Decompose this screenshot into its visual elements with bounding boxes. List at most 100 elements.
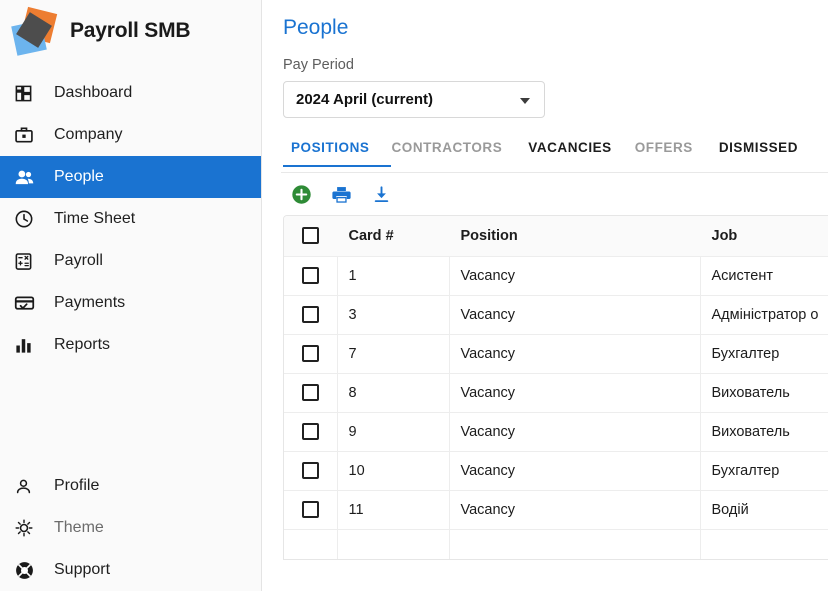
tab-positions[interactable]: POSITIONS xyxy=(283,136,391,167)
tab-contractors[interactable]: CONTRACTORS xyxy=(391,136,528,167)
sidebar-item-payments[interactable]: Payments xyxy=(0,282,261,324)
row-checkbox[interactable] xyxy=(302,306,319,323)
cell-job: Вихователь xyxy=(700,373,828,412)
sidebar-item-label: Payments xyxy=(54,295,125,311)
tab-offers[interactable]: OFFERS xyxy=(635,136,719,167)
app-logo-icon xyxy=(8,5,60,57)
row-checkbox[interactable] xyxy=(302,501,319,518)
sidebar-item-support[interactable]: Support xyxy=(0,549,262,591)
table-row[interactable]: 9VacancyВихователь xyxy=(284,412,828,451)
table-head: Card # Position Job xyxy=(284,216,828,256)
sidebar: Payroll SMB Dashboard Company People xyxy=(0,0,262,591)
sidebar-item-payroll[interactable]: Payroll xyxy=(0,240,261,282)
sidebar-item-label: Company xyxy=(54,127,122,143)
tab-label: DISMISSED xyxy=(719,140,798,155)
cell-position: Vacancy xyxy=(449,490,700,529)
main-content: People Pay Period 2024 April (current) P… xyxy=(262,0,828,591)
row-select-cell xyxy=(284,334,337,373)
cell-position: Vacancy xyxy=(449,295,700,334)
download-icon xyxy=(372,185,391,204)
table-row[interactable]: 11VacancyВодій xyxy=(284,490,828,529)
cell-job: Водій xyxy=(700,490,828,529)
positions-table-container: Card # Position Job 1VacancyАсистент3Vac… xyxy=(283,215,828,560)
cell-card: 10 xyxy=(337,451,449,490)
export-download-button[interactable] xyxy=(363,179,399,209)
row-checkbox[interactable] xyxy=(302,462,319,479)
sidebar-item-theme[interactable]: Theme xyxy=(0,507,262,549)
print-button[interactable] xyxy=(323,179,359,209)
table-filler-row xyxy=(284,529,828,560)
cell-job: Адміністратор о xyxy=(700,295,828,334)
sidebar-nav: Dashboard Company People Time Sheet xyxy=(0,72,261,366)
select-all-header xyxy=(284,216,337,256)
column-header-position[interactable]: Position xyxy=(449,216,700,256)
row-select-cell xyxy=(284,256,337,295)
app-root: Payroll SMB Dashboard Company People xyxy=(0,0,828,591)
cell-job: Асистент xyxy=(700,256,828,295)
page-title: People xyxy=(283,17,828,38)
sun-icon xyxy=(14,516,40,540)
cell-job: Бухгалтер xyxy=(700,334,828,373)
pay-period-select[interactable]: 2024 April (current) xyxy=(283,81,545,118)
sidebar-item-dashboard[interactable]: Dashboard xyxy=(0,72,261,114)
cell-card: 9 xyxy=(337,412,449,451)
sidebar-item-label: Payroll xyxy=(54,253,103,269)
sidebar-bottom-nav: Profile Theme Support xyxy=(0,465,262,591)
sidebar-item-time-sheet[interactable]: Time Sheet xyxy=(0,198,261,240)
row-checkbox[interactable] xyxy=(302,345,319,362)
tab-label: VACANCIES xyxy=(528,140,611,155)
briefcase-icon xyxy=(14,123,40,147)
add-record-button[interactable] xyxy=(283,179,319,209)
column-header-card[interactable]: Card # xyxy=(337,216,449,256)
cell-position: Vacancy xyxy=(449,451,700,490)
table-row[interactable]: 3VacancyАдміністратор о xyxy=(284,295,828,334)
cell-job: Вихователь xyxy=(700,412,828,451)
cell-card: 11 xyxy=(337,490,449,529)
sidebar-item-label: Profile xyxy=(54,478,99,494)
tab-vacancies[interactable]: VACANCIES xyxy=(528,136,634,167)
cell-card: 7 xyxy=(337,334,449,373)
printer-icon xyxy=(331,184,352,205)
credit-card-check-icon xyxy=(14,291,40,315)
sidebar-item-label: Theme xyxy=(54,520,104,536)
cell-card: 3 xyxy=(337,295,449,334)
row-select-cell xyxy=(284,373,337,412)
cell-card: 1 xyxy=(337,256,449,295)
pay-period-value: 2024 April (current) xyxy=(296,91,433,108)
row-checkbox[interactable] xyxy=(302,267,319,284)
tab-bar: POSITIONS CONTRACTORS VACANCIES OFFERS D… xyxy=(281,136,828,173)
active-tab-underline xyxy=(283,165,391,168)
brand-title: Payroll SMB xyxy=(70,19,190,43)
table-body: 1VacancyАсистент3VacancyАдміністратор о7… xyxy=(284,256,828,560)
sidebar-item-profile[interactable]: Profile xyxy=(0,465,262,507)
tab-label: POSITIONS xyxy=(291,140,369,155)
sidebar-item-reports[interactable]: Reports xyxy=(0,324,261,366)
clock-icon xyxy=(14,207,40,231)
sidebar-item-company[interactable]: Company xyxy=(0,114,261,156)
bar-chart-icon xyxy=(14,333,40,357)
column-header-job[interactable]: Job xyxy=(700,216,828,256)
sidebar-item-people[interactable]: People xyxy=(0,156,261,198)
row-checkbox[interactable] xyxy=(302,423,319,440)
tab-dismissed[interactable]: DISMISSED xyxy=(719,136,818,167)
pay-period-label: Pay Period xyxy=(283,57,828,73)
row-select-cell xyxy=(284,412,337,451)
sidebar-item-label: People xyxy=(54,169,104,185)
row-select-cell xyxy=(284,451,337,490)
table-row[interactable]: 7VacancyБухгалтер xyxy=(284,334,828,373)
row-select-cell xyxy=(284,490,337,529)
cell-job: Бухгалтер xyxy=(700,451,828,490)
table-row[interactable]: 1VacancyАсистент xyxy=(284,256,828,295)
tab-label: OFFERS xyxy=(635,140,693,155)
select-all-checkbox[interactable] xyxy=(302,227,319,244)
table-header-row: Card # Position Job xyxy=(284,216,828,256)
row-checkbox[interactable] xyxy=(302,384,319,401)
table-toolbar xyxy=(281,173,828,215)
cell-position: Vacancy xyxy=(449,373,700,412)
sidebar-item-label: Dashboard xyxy=(54,85,132,101)
dashboard-grid-icon xyxy=(14,81,40,105)
table-row[interactable]: 10VacancyБухгалтер xyxy=(284,451,828,490)
table-row[interactable]: 8VacancyВихователь xyxy=(284,373,828,412)
brand-header: Payroll SMB xyxy=(0,0,261,62)
cell-position: Vacancy xyxy=(449,334,700,373)
